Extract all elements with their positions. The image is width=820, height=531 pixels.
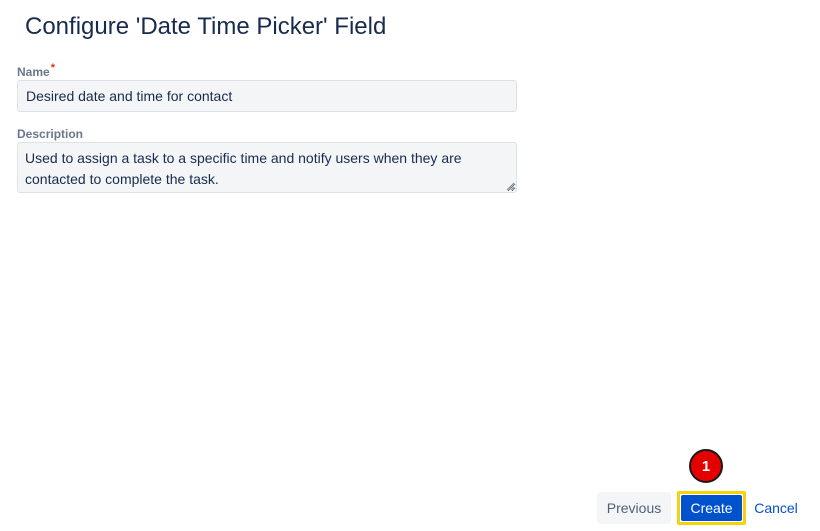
description-label: Description xyxy=(17,127,84,141)
previous-button[interactable]: Previous xyxy=(597,492,671,524)
dialog-title: Configure 'Date Time Picker' Field xyxy=(25,13,387,40)
required-asterisk: * xyxy=(50,62,55,74)
description-textarea[interactable]: Used to assign a task to a specific time… xyxy=(17,142,517,193)
step-number-badge: 1 xyxy=(689,449,723,483)
configure-field-dialog: Configure 'Date Time Picker' Field Name*… xyxy=(0,0,820,531)
name-label-text: Name xyxy=(17,65,50,79)
create-button[interactable]: Create xyxy=(681,495,742,521)
name-label: Name* xyxy=(17,62,55,79)
cancel-button[interactable]: Cancel xyxy=(750,492,802,524)
name-input[interactable] xyxy=(17,80,517,112)
